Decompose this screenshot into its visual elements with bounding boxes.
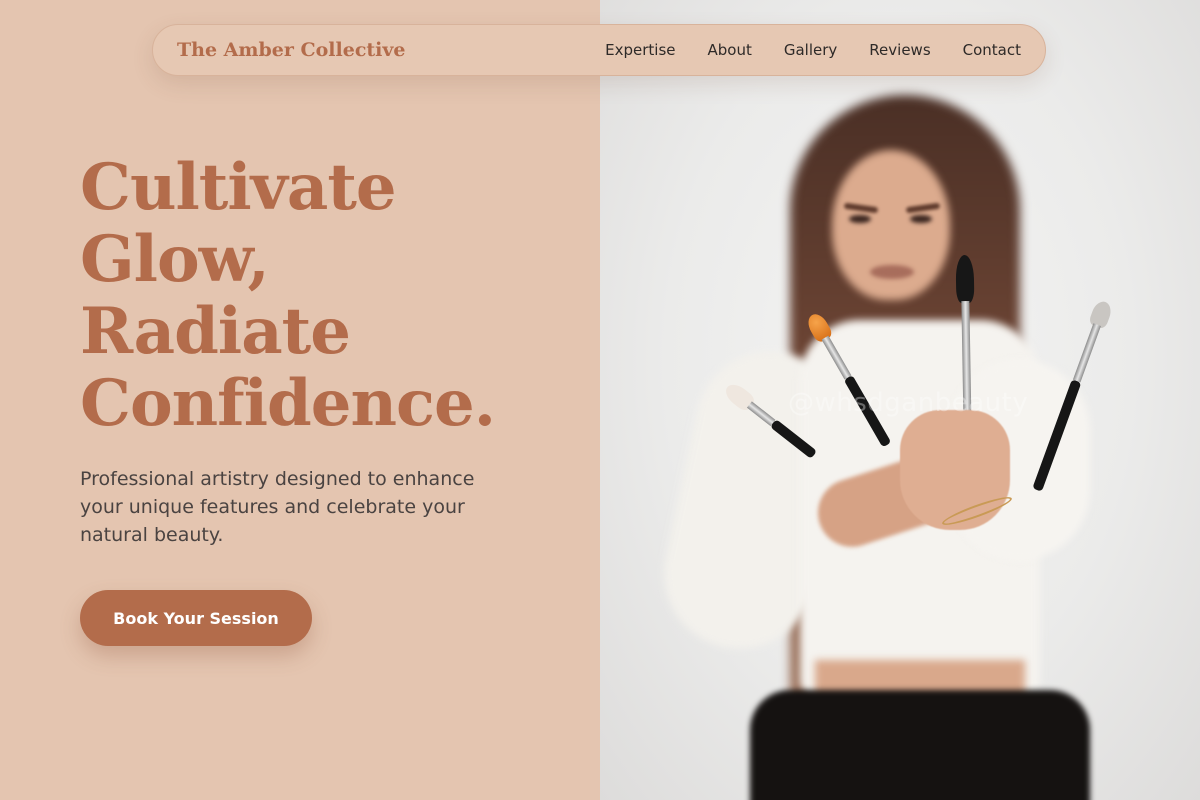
nav-link-about[interactable]: About [708,41,752,59]
eye-shape [849,215,871,223]
photo-watermark: @whsdganbeauty [788,388,1029,418]
nav-link-expertise[interactable]: Expertise [605,41,675,59]
eye-shape [910,215,932,223]
model-portrait-image: @whsdganbeauty [600,0,1200,800]
brand-logo[interactable]: The Amber Collective [177,39,406,61]
pants-shape [750,690,1090,800]
nav-links: Expertise About Gallery Reviews Contact [605,41,1021,59]
nav-link-contact[interactable]: Contact [963,41,1021,59]
hero-photo: @whsdganbeauty [600,0,1200,800]
lips-shape [870,265,914,279]
hero-title-line: Cultivate [80,150,397,225]
book-session-button[interactable]: Book Your Session [80,590,312,646]
hero-title-line: Confidence. [80,366,496,441]
landing-page: @whsdganbeauty The Amber Collective Expe… [0,0,1200,800]
hand-shape [900,410,1010,530]
nav-link-gallery[interactable]: Gallery [784,41,837,59]
nav-link-reviews[interactable]: Reviews [869,41,930,59]
top-navbar: The Amber Collective Expertise About Gal… [152,24,1046,76]
hero-title-line: Radiate [80,294,351,369]
hero-title-line: Glow, [80,222,270,297]
hero-subtitle: Professional artistry designed to enhanc… [80,468,475,546]
hero-title: Cultivate Glow, Radiate Confidence. [80,152,580,440]
